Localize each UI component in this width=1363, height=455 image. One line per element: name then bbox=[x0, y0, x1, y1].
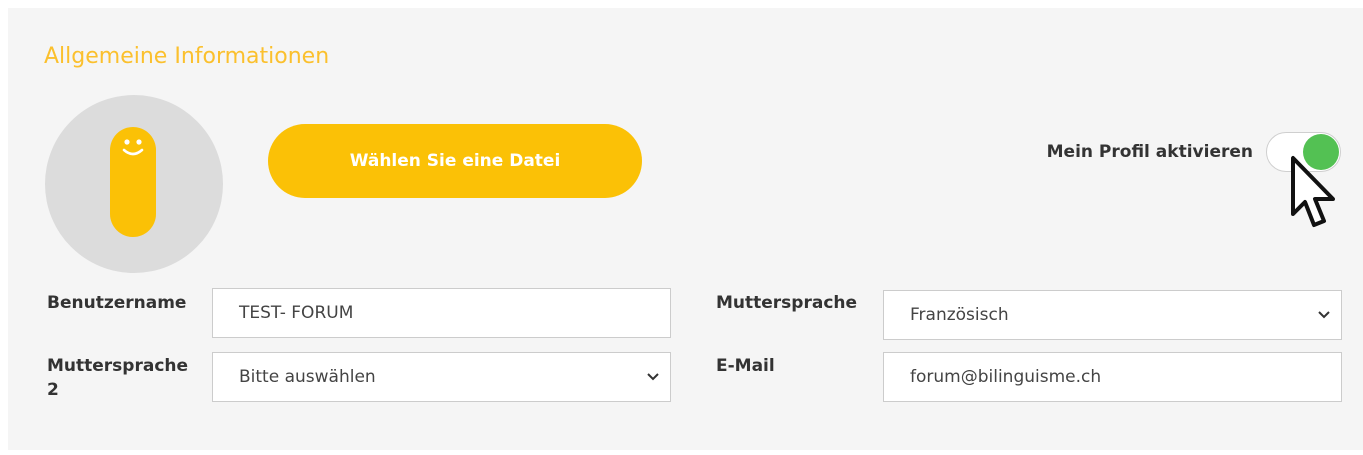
username-value: TEST- FORUM bbox=[239, 303, 354, 323]
mother-tongue-2-label-line2: 2 bbox=[47, 380, 59, 400]
mother-tongue-2-value: Bitte auswählen bbox=[239, 367, 376, 387]
section-title: Allgemeine Informationen bbox=[44, 44, 330, 69]
mother-tongue-select[interactable]: Französisch bbox=[883, 290, 1342, 340]
profile-toggle-label: Mein Profil aktivieren bbox=[1046, 142, 1253, 162]
mother-tongue-2-label-line1: Muttersprache bbox=[47, 356, 189, 376]
chevron-down-icon bbox=[647, 373, 659, 381]
profile-toggle[interactable] bbox=[1266, 132, 1341, 172]
toggle-knob bbox=[1303, 134, 1339, 170]
email-input[interactable]: forum@bilinguisme.ch bbox=[883, 352, 1342, 402]
username-label: Benutzername bbox=[47, 293, 187, 313]
email-value: forum@bilinguisme.ch bbox=[910, 367, 1102, 387]
mother-tongue-label: Muttersprache bbox=[716, 293, 858, 313]
choose-file-button[interactable]: Wählen Sie eine Datei bbox=[268, 124, 642, 198]
username-input[interactable]: TEST- FORUM bbox=[212, 288, 671, 338]
mother-tongue-2-select[interactable]: Bitte auswählen bbox=[212, 352, 671, 402]
mother-tongue-2-label: Muttersprache 2 bbox=[47, 354, 188, 402]
chevron-down-icon bbox=[1318, 311, 1330, 319]
mother-tongue-value: Französisch bbox=[910, 305, 1009, 325]
smiley-mascot-icon bbox=[110, 127, 156, 237]
avatar bbox=[45, 95, 223, 273]
email-label: E-Mail bbox=[716, 356, 775, 376]
